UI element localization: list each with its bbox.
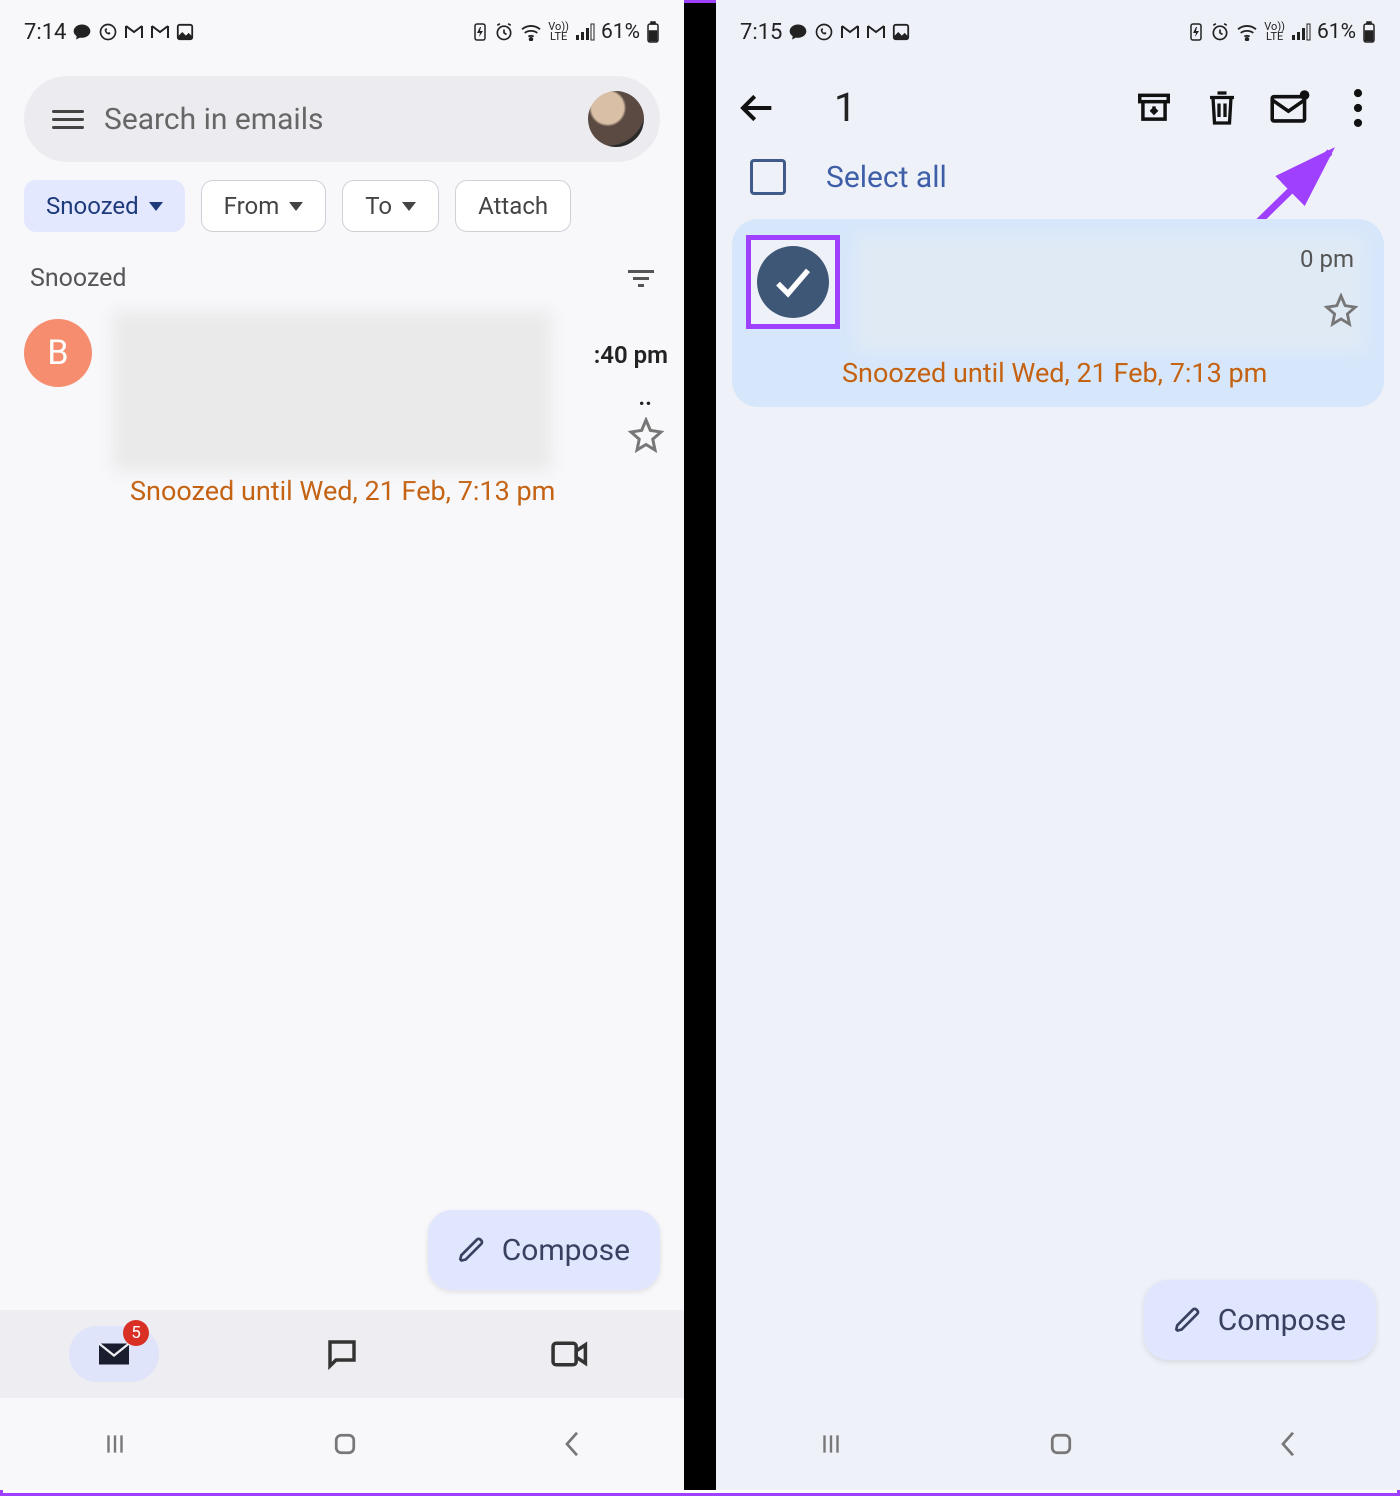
gmail-m-icon-2 [150,23,170,41]
email-preview-redacted [856,235,1364,351]
battery-icon [646,21,660,43]
section-label: Snoozed [30,264,127,293]
checkmark-avatar[interactable] [757,246,829,318]
chip-to[interactable]: To [342,180,439,232]
compose-label: Compose [1218,1303,1346,1338]
wifi-icon [1236,23,1258,41]
trash-icon[interactable] [1200,86,1244,130]
chat-icon [324,1336,360,1372]
image-icon [176,23,194,41]
wifi-icon [520,23,542,41]
recents-button[interactable] [816,1431,846,1457]
signal-icon [1291,23,1311,41]
nav-mail[interactable]: 5 [69,1326,159,1382]
pencil-icon [458,1236,486,1264]
recents-button[interactable] [100,1431,130,1457]
system-nav [716,1398,1400,1490]
compose-button[interactable]: Compose [428,1210,660,1290]
back-arrow-icon[interactable] [736,86,780,130]
search-bar[interactable]: Search in emails [24,76,660,162]
volte-label: Vo))LTE [1264,22,1285,42]
status-bar-right: 7:15 Vo))LTE 61% [716,0,1400,64]
mail-badge: 5 [123,1320,149,1346]
sender-avatar[interactable]: B [24,319,92,387]
mark-unread-icon[interactable] [1268,86,1312,130]
video-icon [550,1338,590,1370]
snoozed-until-label: Snoozed until Wed, 21 Feb, 7:13 pm [746,351,1364,389]
battery-pct: 61% [1317,20,1356,44]
alarm-icon [494,22,514,42]
nav-chat[interactable] [297,1326,387,1382]
select-all-row[interactable]: Select all [716,149,1400,219]
status-time: 7:15 [740,20,782,45]
whatsapp-icon [98,22,118,42]
star-icon[interactable] [628,417,664,453]
filter-chips: Snoozed From To Attach [0,180,684,246]
profile-avatar[interactable] [588,91,644,147]
star-icon[interactable] [1324,293,1358,327]
compose-button[interactable]: Compose [1144,1280,1376,1360]
chip-attachment[interactable]: Attach [455,180,571,232]
chip-snoozed[interactable]: Snoozed [24,180,185,232]
email-ellipsis: .. [638,383,652,411]
whatsapp-icon [814,22,834,42]
email-time: 0 pm [1300,245,1354,273]
phone-left: 7:14 Vo))LTE 61% Search in emails [0,0,684,1490]
selected-email-item[interactable]: 0 pm Snoozed until Wed, 21 Feb, 7:13 pm [732,219,1384,407]
menu-icon[interactable] [52,110,84,129]
home-button[interactable] [330,1429,360,1459]
chat-bubble-icon [788,22,808,42]
gmail-m-icon-2 [866,23,886,41]
volte-label: Vo))LTE [548,22,569,42]
email-time: :40 pm [594,341,668,369]
email-preview-redacted [112,311,552,471]
bottom-nav: 5 [0,1310,684,1398]
selected-count: 1 [834,84,1108,131]
signal-icon [575,23,595,41]
select-all-label: Select all [826,160,947,195]
search-placeholder: Search in emails [104,102,568,137]
nav-meet[interactable] [525,1326,615,1382]
battery-saver-icon [472,22,488,42]
chat-bubble-icon [72,22,92,42]
back-button[interactable] [1276,1429,1300,1459]
selection-action-bar: 1 [716,64,1400,149]
snoozed-until-label: Snoozed until Wed, 21 Feb, 7:13 pm [0,471,684,507]
gmail-m-icon [124,23,144,41]
battery-pct: 61% [601,20,640,44]
email-item[interactable]: B :40 pm .. [0,301,684,471]
home-button[interactable] [1046,1429,1076,1459]
section-header: Snoozed [0,246,684,301]
battery-icon [1362,21,1376,43]
select-all-checkbox[interactable] [750,159,786,195]
mail-icon [96,1339,132,1369]
status-time: 7:14 [24,20,66,45]
system-nav [0,1398,684,1490]
battery-saver-icon [1188,22,1204,42]
back-button[interactable] [560,1429,584,1459]
more-icon[interactable] [1336,86,1380,130]
status-bar: 7:14 Vo))LTE 61% [0,0,684,64]
archive-icon[interactable] [1132,86,1176,130]
gmail-m-icon [840,23,860,41]
image-icon [892,23,910,41]
chip-from[interactable]: From [201,180,327,232]
phone-right: 7:15 Vo))LTE 61% 1 [716,0,1400,1490]
filter-icon[interactable] [628,270,654,287]
pencil-icon [1174,1306,1202,1334]
alarm-icon [1210,22,1230,42]
selection-highlight [746,235,840,329]
compose-label: Compose [502,1233,630,1268]
